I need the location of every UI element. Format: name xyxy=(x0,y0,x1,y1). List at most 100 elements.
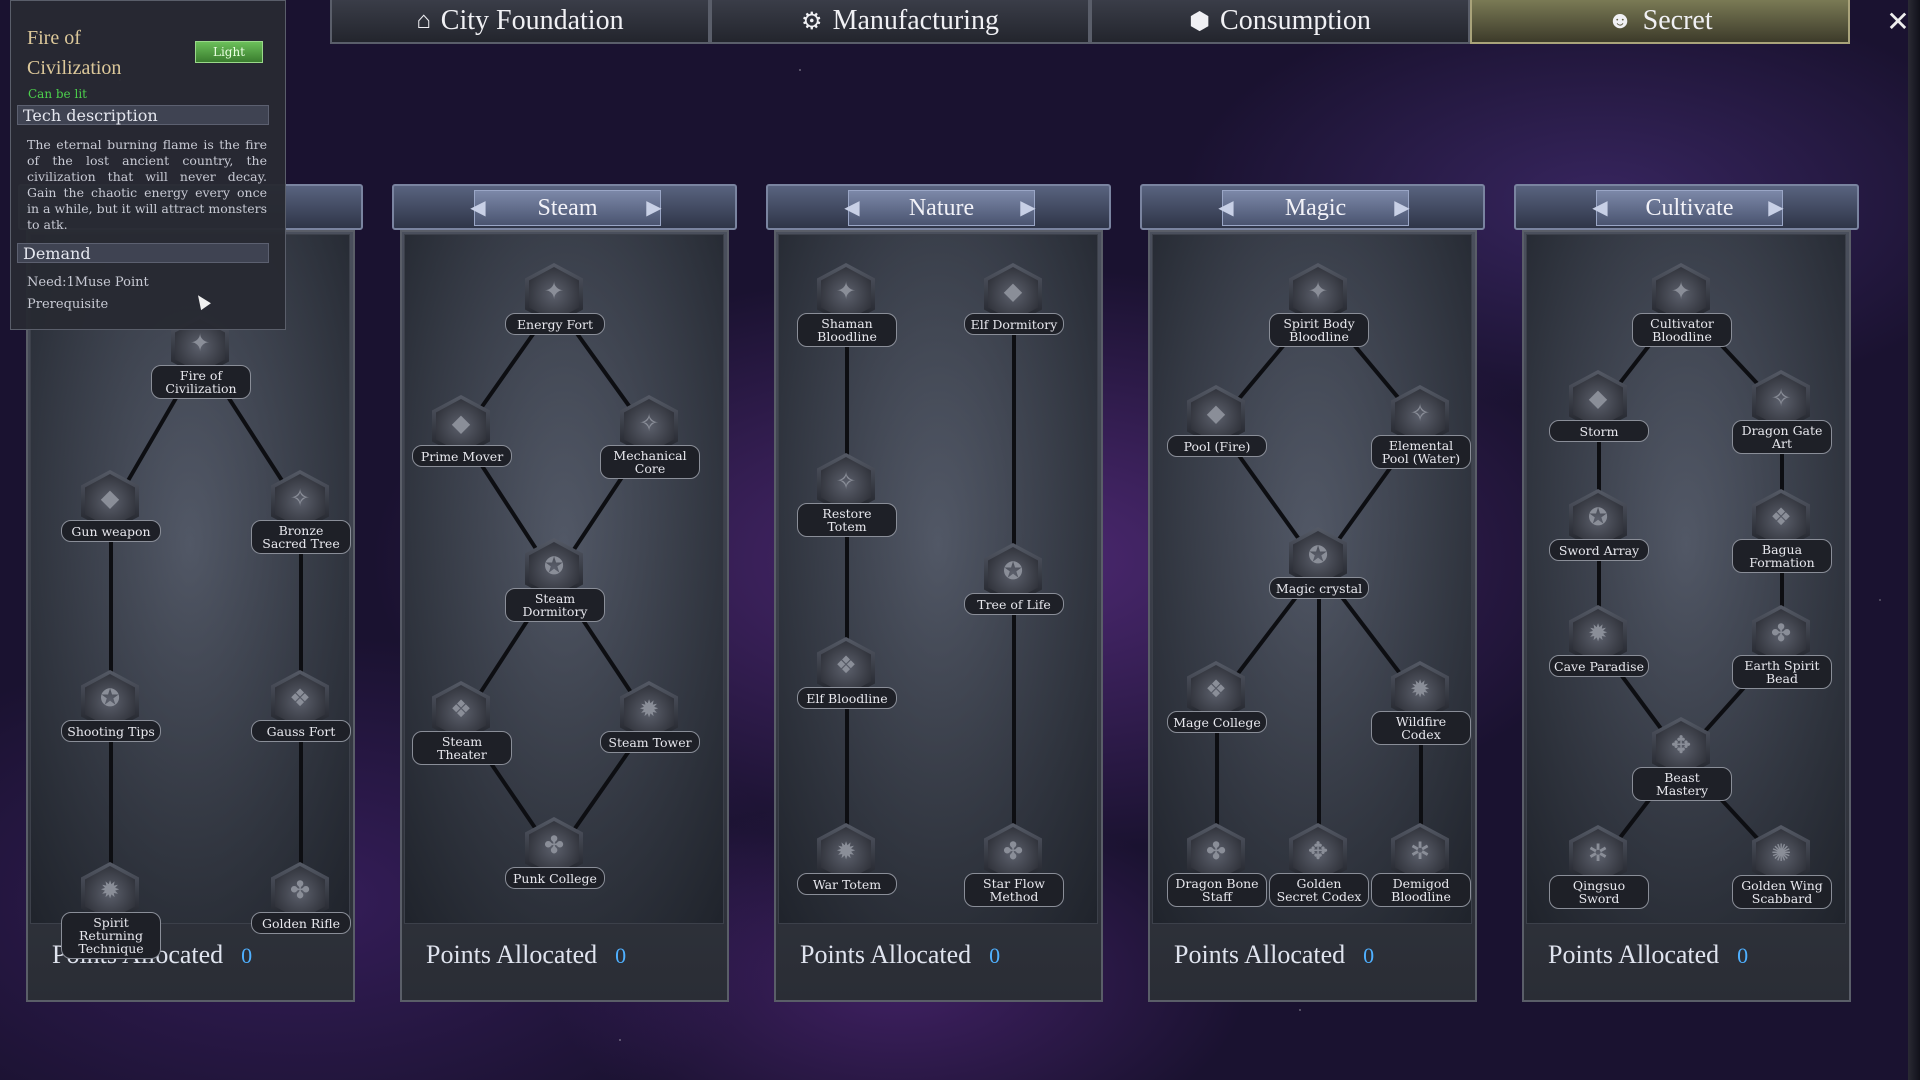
tech-node-label: Golden Wing Scabbard xyxy=(1732,875,1832,909)
tech-node-label: Dragon Gate Art xyxy=(1732,420,1832,454)
tech-tree-area: ✦ Energy Fort ◆ Prime Mover ✧ Mechanical Core… xyxy=(404,234,724,924)
tech-emblem-icon: ✧ xyxy=(289,484,311,512)
next-arrow-icon[interactable]: ▶ xyxy=(1016,194,1040,220)
tech-node[interactable]: ✥ Beast Mastery xyxy=(1632,717,1732,807)
tech-node[interactable]: ✦ Energy Fort xyxy=(505,263,605,353)
tech-node[interactable]: ◆ Prime Mover xyxy=(412,395,512,485)
tech-node-label: Pool (Fire) xyxy=(1167,435,1267,457)
tech-node-label: Gun weapon xyxy=(61,520,161,542)
tech-node[interactable]: ✹ Spirit Returning Technique xyxy=(61,862,161,959)
next-arrow-icon[interactable]: ▶ xyxy=(642,194,666,220)
tech-emblem-icon: ✤ xyxy=(543,831,565,859)
tech-node[interactable]: ✧ Elemental Pool (Water) xyxy=(1371,385,1471,475)
tech-node[interactable]: ✲ Demigod Bloodline xyxy=(1371,823,1471,913)
tech-panel-steam: Steam ◀ ▶ ✦ Energy Fort ◆ Prime Mover ✧ Mechanic… xyxy=(392,184,737,1002)
tech-node[interactable]: ✤ Dragon Bone Staff xyxy=(1167,823,1267,913)
tech-emblem-icon: ✦ xyxy=(1307,277,1329,305)
tech-node-label: Shaman Bloodline xyxy=(797,313,897,347)
tech-node[interactable]: ✧ Restore Totem xyxy=(797,453,897,543)
tech-node[interactable]: ✹ War Totem xyxy=(797,823,897,913)
prev-arrow-icon[interactable]: ◀ xyxy=(840,194,864,220)
tech-node[interactable]: ✦ Shaman Bloodline xyxy=(797,263,897,353)
tech-node[interactable]: ❖ Elf Bloodline xyxy=(797,637,897,727)
tech-node[interactable]: ◆ Elf Dormitory xyxy=(964,263,1064,353)
tech-node-label: Cave Paradise xyxy=(1549,655,1649,677)
tech-node[interactable]: ✪ Magic crystal xyxy=(1269,527,1369,617)
tech-emblem-icon: ✲ xyxy=(1587,839,1609,867)
tech-node-label: Bronze Sacred Tree xyxy=(251,520,351,554)
tech-node[interactable]: ◆ Pool (Fire) xyxy=(1167,385,1267,475)
tab-secret[interactable]: ☻ Secret xyxy=(1470,0,1850,44)
demand-header: Demand xyxy=(17,243,269,263)
tech-node[interactable]: ❖ Steam Theater xyxy=(412,681,512,771)
tech-node[interactable]: ❖ Mage College xyxy=(1167,661,1267,751)
tech-emblem-icon: ✺ xyxy=(1770,839,1792,867)
tech-node-label: Spirit Returning Technique xyxy=(61,912,161,959)
tech-node-label: Punk College xyxy=(505,867,605,889)
tech-node[interactable]: ✪ Sword Array xyxy=(1549,489,1649,579)
house-icon: ⌂ xyxy=(416,7,431,34)
tech-node-label: Mage College xyxy=(1167,711,1267,733)
points-allocated-value: 0 xyxy=(989,943,1001,968)
tech-tree-area: ✦ Spirit Body Bloodline ◆ Pool (Fire) ✧ Eleme… xyxy=(1152,234,1472,924)
tech-emblem-icon: ✦ xyxy=(835,277,857,305)
tech-node-label: Steam Tower xyxy=(600,731,700,753)
tech-node[interactable]: ✹ Wildfire Codex xyxy=(1371,661,1471,751)
tab-label: Manufacturing xyxy=(832,5,999,36)
tech-node-label: War Totem xyxy=(797,873,897,895)
tech-emblem-icon: ✹ xyxy=(99,876,121,904)
tab-label: Consumption xyxy=(1220,5,1371,36)
tech-tree-area: ✦ Shaman Bloodline ◆ Elf Dormitory ✧ Restore … xyxy=(778,234,1098,924)
prev-arrow-icon[interactable]: ◀ xyxy=(466,194,490,220)
tech-node-label: Gauss Fort xyxy=(251,720,351,742)
tech-node[interactable]: ✤ Star Flow Method xyxy=(964,823,1064,913)
tech-node[interactable]: ✲ Qingsuo Sword xyxy=(1549,825,1649,915)
tech-node[interactable]: ✧ Bronze Sacred Tree xyxy=(251,470,351,560)
tech-emblem-icon: ❖ xyxy=(1205,675,1227,703)
tech-emblem-icon: ❖ xyxy=(289,684,311,712)
tech-node[interactable]: ✥ Golden Secret Codex xyxy=(1269,823,1369,913)
tech-panel-cultivate: Cultivate ◀ ▶ ✦ Cultivator Bloodline ◆ Storm ✧ D… xyxy=(1514,184,1859,1002)
points-allocated-value: 0 xyxy=(241,943,253,968)
next-arrow-icon[interactable]: ▶ xyxy=(1764,194,1788,220)
points-allocated-label: Points Allocated xyxy=(1174,940,1346,969)
tech-emblem-icon: ✤ xyxy=(1770,619,1792,647)
tech-node[interactable]: ✦ Cultivator Bloodline xyxy=(1632,263,1732,353)
points-allocated-value: 0 xyxy=(1737,943,1749,968)
tech-node[interactable]: ✺ Golden Wing Scabbard xyxy=(1732,825,1832,915)
tech-node[interactable]: ✤ Earth Spirit Bead xyxy=(1732,605,1832,695)
tech-emblem-icon: ✪ xyxy=(1307,541,1329,569)
tech-node[interactable]: ✹ Steam Tower xyxy=(600,681,700,771)
tech-node[interactable]: ✪ Shooting Tips xyxy=(61,670,161,760)
tech-emblem-icon: ✤ xyxy=(289,876,311,904)
tab-manufacturing[interactable]: ⚙ Manufacturing xyxy=(710,0,1090,44)
tech-node-label: Golden Secret Codex xyxy=(1269,873,1369,907)
tab-city-foundation[interactable]: ⌂ City Foundation xyxy=(330,0,710,44)
tech-tree-area: ✦ Fire of Civilization ◆ Gun weapon ✧ Bronze … xyxy=(30,234,351,959)
tech-node[interactable]: ✦ Spirit Body Bloodline xyxy=(1269,263,1369,353)
tech-tree-area: ✦ Cultivator Bloodline ◆ Storm ✧ Dragon Gate … xyxy=(1526,234,1846,924)
points-allocated-value: 0 xyxy=(1363,943,1375,968)
tech-node[interactable]: ◆ Storm xyxy=(1549,370,1649,460)
tech-node[interactable]: ✹ Cave Paradise xyxy=(1549,605,1649,695)
tech-node[interactable]: ✪ Tree of Life xyxy=(964,543,1064,633)
tech-node[interactable]: ❖ Bagua Formation xyxy=(1732,489,1832,579)
prev-arrow-icon[interactable]: ◀ xyxy=(1214,194,1238,220)
category-tab-bar: ⌂ City Foundation ⚙ Manufacturing ⬢ Cons… xyxy=(330,0,1850,46)
panel-title: Magic xyxy=(1222,190,1409,226)
points-allocated-label: Points Allocated xyxy=(426,940,598,969)
tab-consumption[interactable]: ⬢ Consumption xyxy=(1090,0,1470,44)
tech-node[interactable]: ❖ Gauss Fort xyxy=(251,670,351,760)
tech-node[interactable]: ◆ Gun weapon xyxy=(61,470,161,560)
tech-node[interactable]: ✪ Steam Dormitory xyxy=(505,538,605,628)
close-button[interactable]: ✕ xyxy=(1882,4,1914,40)
tech-description-text: The eternal burning flame is the fire of… xyxy=(27,137,267,232)
tech-node[interactable]: ✤ Golden Rifle xyxy=(251,862,351,952)
prev-arrow-icon[interactable]: ◀ xyxy=(1588,194,1612,220)
tech-node[interactable]: ✧ Dragon Gate Art xyxy=(1732,370,1832,460)
tech-node[interactable]: ✧ Mechanical Core xyxy=(600,395,700,485)
tech-node-label: Energy Fort xyxy=(505,313,605,335)
tech-node[interactable]: ✤ Punk College xyxy=(505,817,605,907)
light-button[interactable]: Light xyxy=(195,41,263,63)
next-arrow-icon[interactable]: ▶ xyxy=(1390,194,1414,220)
